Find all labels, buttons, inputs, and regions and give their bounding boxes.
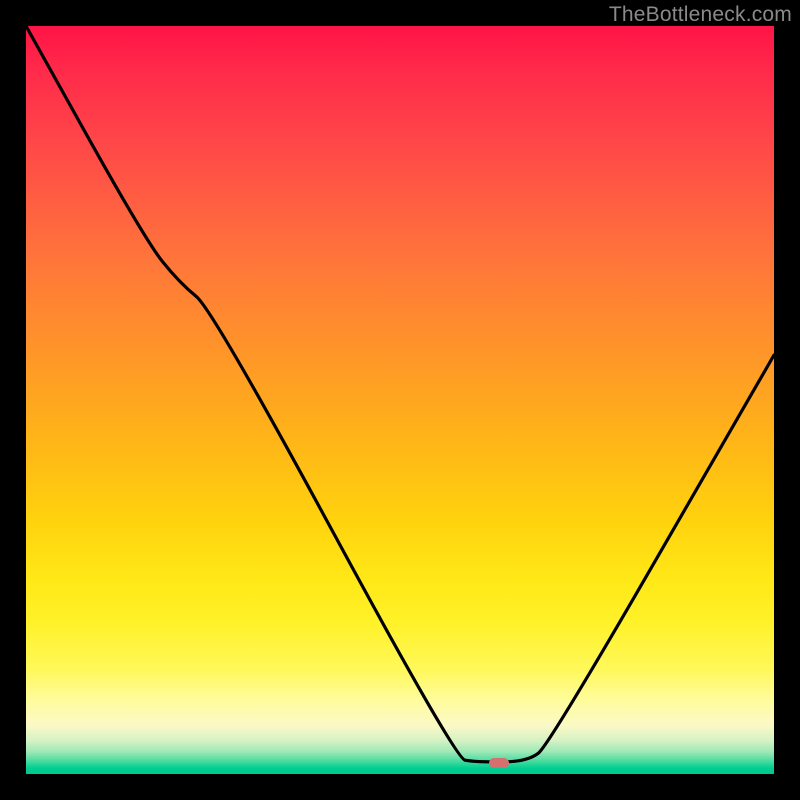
watermark-text: TheBottleneck.com	[609, 3, 792, 27]
plot-area	[26, 26, 774, 774]
bottleneck-curve	[26, 26, 774, 774]
highlight-marker	[489, 758, 509, 768]
chart-frame: TheBottleneck.com	[0, 0, 800, 800]
